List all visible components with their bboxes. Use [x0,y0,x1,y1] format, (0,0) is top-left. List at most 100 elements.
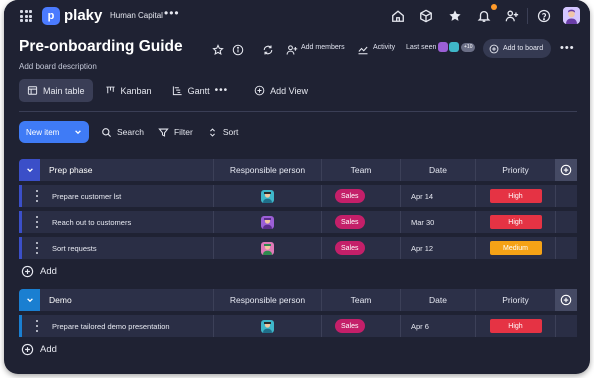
topbar-divider [527,8,528,24]
last-seen-avatar[interactable] [438,42,448,52]
row-menu-icon[interactable] [35,216,38,228]
add-view-button[interactable]: Add View [246,79,316,102]
column-header-person[interactable]: Responsible person [213,289,321,311]
cube-icon[interactable] [418,8,434,24]
column-header-person[interactable]: Responsible person [213,159,321,181]
person-cell[interactable] [213,211,321,233]
avatar [261,319,274,333]
person-cell[interactable] [213,185,321,207]
info-icon[interactable] [232,43,244,56]
board-more-icon[interactable]: ••• [560,42,575,54]
star-icon[interactable] [447,8,463,24]
board-description[interactable]: Add board description [19,62,97,71]
team-badge: Sales [335,241,365,255]
column-header-date[interactable]: Date [400,159,475,181]
filter-icon [158,128,169,137]
add-column-button[interactable] [555,289,577,311]
column-header-priority[interactable]: Priority [475,159,555,181]
row-menu-icon[interactable] [35,242,38,254]
tab-label: Kanban [120,85,152,96]
sort-button[interactable]: Sort [207,127,238,138]
column-header-team[interactable]: Team [321,159,400,181]
filter-button[interactable]: Filter [158,127,193,138]
activity-icon[interactable] [357,43,369,55]
workspace-name[interactable]: Human Capital [110,11,163,20]
table-row[interactable]: Prepare customer lst Sales Apr 14 High [19,185,577,207]
board-title[interactable]: Pre-onboarding Guide [19,38,183,56]
apps-grid-icon[interactable] [20,10,32,22]
new-item-button[interactable]: New item [19,121,89,143]
search-button[interactable]: Search [101,127,144,138]
row-color-strip [19,237,22,259]
empty-cell [555,315,577,337]
team-cell[interactable]: Sales [321,211,400,233]
add-user-icon[interactable] [504,8,520,24]
date-cell[interactable]: Apr 12 [400,237,475,259]
view-tabs: Main table Kanban Gantt ••• Add View [19,79,316,102]
add-to-board-button[interactable]: Add to board [483,39,551,58]
notification-dot [491,4,497,10]
chevron-down-icon[interactable] [74,128,82,136]
person-cell[interactable] [213,237,321,259]
table-row[interactable]: Prepare tailored demo presentation Sales… [19,315,577,337]
add-view-label: Add View [270,85,308,96]
add-item-button[interactable]: Add [21,343,57,356]
tab-label: Main table [43,85,85,96]
group-collapse-toggle[interactable] [19,159,40,181]
column-header-date[interactable]: Date [400,289,475,311]
plaky-logo-icon: p [42,7,60,25]
add-column-button[interactable] [555,159,577,181]
activity-button[interactable]: Activity [373,44,395,51]
add-members-button[interactable]: Add members [301,44,345,51]
row-name[interactable]: Reach out to customers [52,218,131,227]
add-members-icon[interactable] [286,43,298,55]
add-item-button[interactable]: Add [21,265,57,278]
team-cell[interactable]: Sales [321,185,400,207]
add-item-label: Add [40,266,57,277]
row-menu-icon[interactable] [35,190,38,202]
team-cell[interactable]: Sales [321,315,400,337]
date-value: Apr 6 [411,322,429,331]
person-cell[interactable] [213,315,321,337]
date-cell[interactable]: Apr 14 [400,185,475,207]
column-header-priority[interactable]: Priority [475,289,555,311]
tab-kanban[interactable]: Kanban [97,79,160,102]
automation-icon[interactable] [262,43,274,55]
table-row[interactable]: Reach out to customers Sales Mar 30 High [19,211,577,233]
favorite-star-icon[interactable] [212,43,224,55]
group-collapse-toggle[interactable] [19,289,40,311]
date-value: Apr 14 [411,192,434,201]
tab-gantt[interactable]: Gantt ••• [164,79,237,102]
priority-cell[interactable]: High [475,315,555,337]
column-header-team[interactable]: Team [321,289,400,311]
row-name[interactable]: Prepare customer lst [52,192,121,201]
row-menu-icon[interactable] [35,320,38,332]
help-icon[interactable] [536,8,552,24]
user-avatar[interactable] [563,7,580,24]
group-name[interactable]: Prep phase [49,165,92,175]
date-cell[interactable]: Mar 30 [400,211,475,233]
home-icon[interactable] [390,8,406,24]
app-window: p plaky Human Capital ••• Pre-onboarding… [4,0,590,374]
last-seen-avatar[interactable] [449,42,459,52]
priority-cell[interactable]: Medium [475,237,555,259]
group-name[interactable]: Demo [49,295,72,305]
priority-badge: High [489,215,542,229]
priority-badge: High [489,319,542,333]
row-name[interactable]: Prepare tailored demo presentation [52,322,170,331]
avatar [261,189,274,203]
group-header: Prep phase Responsible person Team Date … [19,159,577,181]
row-name[interactable]: Sort requests [52,244,97,253]
plus-circle-icon [489,44,499,53]
priority-cell[interactable]: High [475,185,555,207]
gantt-more-icon[interactable]: ••• [215,85,229,96]
table-row[interactable]: Sort requests Sales Apr 12 Medium [19,237,577,259]
tab-main-table[interactable]: Main table [19,79,93,102]
date-cell[interactable]: Apr 6 [400,315,475,337]
team-cell[interactable]: Sales [321,237,400,259]
workspace-more-icon[interactable]: ••• [164,6,180,20]
team-badge: Sales [335,215,365,229]
bell-icon[interactable] [476,8,492,24]
last-seen-count-badge[interactable]: +10 [461,43,476,52]
priority-cell[interactable]: High [475,211,555,233]
